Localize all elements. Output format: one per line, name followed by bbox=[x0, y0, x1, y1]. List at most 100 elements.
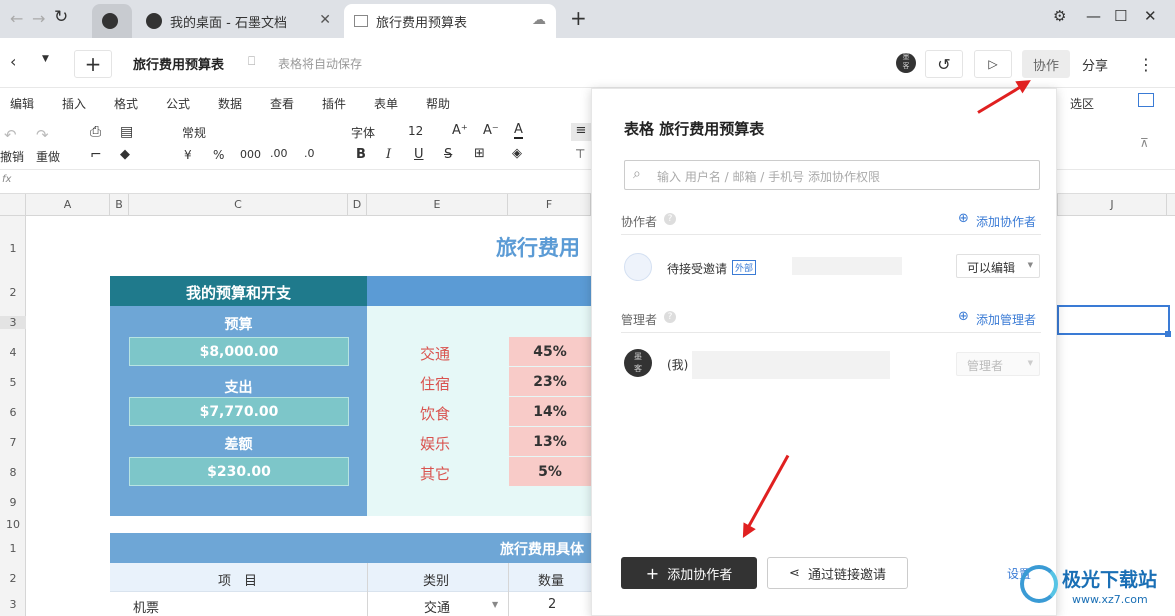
tab-desktop[interactable]: 我的桌面 - 石墨文档 ✕ bbox=[136, 4, 341, 38]
more-icon[interactable]: ⋮ bbox=[1128, 50, 1164, 78]
permission-select[interactable]: 可以编辑 ▼ bbox=[956, 254, 1040, 278]
row-header-5[interactable]: 5 bbox=[0, 376, 26, 389]
dropdown-icon[interactable]: ▼ bbox=[492, 600, 498, 609]
column-header-c[interactable]: C bbox=[129, 194, 348, 216]
redo-icon[interactable]: ↷ bbox=[36, 126, 49, 144]
menu-help[interactable]: 帮助 bbox=[426, 95, 450, 112]
column-header-a[interactable]: A bbox=[26, 194, 110, 216]
border-icon[interactable]: ⊞ bbox=[474, 146, 485, 161]
column-header-f[interactable]: F bbox=[508, 194, 591, 216]
format-painter-icon[interactable]: ⌐ bbox=[90, 147, 102, 163]
row-header-9[interactable]: 9 bbox=[0, 496, 26, 509]
collapse-toolbar-icon[interactable]: ⊼ bbox=[1140, 136, 1149, 150]
menu-data[interactable]: 数据 bbox=[218, 95, 242, 112]
close-icon[interactable]: ✕ bbox=[319, 12, 331, 28]
row-header-12[interactable]: 2 bbox=[0, 572, 26, 585]
doc-title[interactable]: 旅行费用预算表 bbox=[133, 54, 224, 73]
gear-icon[interactable]: ⚙ bbox=[1053, 7, 1066, 25]
selected-cell[interactable] bbox=[1057, 305, 1170, 335]
link-invite-button[interactable]: ⋖ 通过链接邀请 bbox=[767, 557, 908, 589]
back-icon[interactable]: ← bbox=[10, 9, 23, 28]
font-color-icon[interactable]: A bbox=[514, 122, 523, 139]
present-icon[interactable]: ▷ bbox=[974, 50, 1012, 78]
paste-icon[interactable]: ▤ bbox=[120, 124, 133, 140]
strikethrough-button[interactable]: S bbox=[444, 147, 452, 162]
row-header-11[interactable]: 1 bbox=[0, 542, 26, 555]
category-header-cell bbox=[367, 276, 591, 306]
menu-view[interactable]: 查看 bbox=[270, 95, 294, 112]
collaborate-button[interactable]: 协作 bbox=[1022, 50, 1070, 78]
font-family-select[interactable]: 字体 bbox=[351, 124, 375, 141]
column-header-d[interactable]: D bbox=[348, 194, 367, 216]
bold-button[interactable]: B bbox=[356, 147, 366, 162]
currency-button[interactable]: ¥ bbox=[184, 148, 192, 162]
font-size-select[interactable]: 12 bbox=[408, 124, 423, 138]
tab-spreadsheet[interactable]: 旅行费用预算表 ☁ bbox=[344, 4, 556, 38]
italic-button[interactable]: I bbox=[386, 147, 391, 162]
row-header-6[interactable]: 6 bbox=[0, 406, 26, 419]
underline-button[interactable]: U bbox=[414, 147, 424, 162]
search-input[interactable]: ⌕ 输入 用户名 / 邮箱 / 手机号 添加协作权限 bbox=[624, 160, 1040, 190]
row-header-8[interactable]: 8 bbox=[0, 466, 26, 479]
detail-col-item: 项 目 bbox=[218, 574, 258, 589]
number-format-select[interactable]: 常规 bbox=[182, 124, 206, 141]
history-icon[interactable]: ↺ bbox=[925, 50, 963, 78]
eraser-icon[interactable]: ◆ bbox=[120, 147, 130, 162]
column-header-j[interactable]: J bbox=[1057, 194, 1167, 216]
add-collaborator-plus-icon[interactable]: ⊕ bbox=[958, 211, 969, 226]
add-collaborator-link[interactable]: 添加协作者 bbox=[976, 213, 1036, 230]
forward-icon[interactable]: → bbox=[32, 9, 45, 28]
menu-selection[interactable]: 选区 bbox=[1070, 95, 1094, 112]
share-button[interactable]: 分享 bbox=[1072, 50, 1118, 78]
decimal-increase-button[interactable]: .00 bbox=[270, 147, 288, 160]
menu-formula[interactable]: 公式 bbox=[166, 95, 190, 112]
decimal-decrease-button[interactable]: .0 bbox=[304, 147, 315, 160]
add-admin-link[interactable]: 添加管理者 bbox=[976, 311, 1036, 328]
menu-plugins[interactable]: 插件 bbox=[322, 95, 346, 112]
row-header-7[interactable]: 7 bbox=[0, 436, 26, 449]
dropdown-icon[interactable]: ▼ bbox=[42, 54, 49, 64]
valign-top-icon[interactable]: ⊤ bbox=[575, 147, 585, 161]
reload-icon[interactable]: ↻ bbox=[54, 7, 68, 27]
fill-handle[interactable] bbox=[1165, 331, 1171, 337]
row-header-1[interactable]: 1 bbox=[0, 242, 26, 255]
category-name: 交通 bbox=[420, 345, 451, 363]
menu-form[interactable]: 表单 bbox=[374, 95, 398, 112]
add-collaborator-button[interactable]: + 添加协作者 bbox=[621, 557, 757, 589]
menu-insert[interactable]: 插入 bbox=[62, 95, 86, 112]
row-header-13[interactable]: 3 bbox=[0, 598, 26, 611]
menu-format[interactable]: 格式 bbox=[114, 95, 138, 112]
new-doc-button[interactable]: + bbox=[74, 50, 112, 78]
row-header-10[interactable]: 10 bbox=[0, 518, 26, 531]
row-header-2[interactable]: 2 bbox=[0, 286, 26, 299]
row-header-4[interactable]: 4 bbox=[0, 346, 26, 359]
percent-button[interactable]: % bbox=[213, 148, 224, 162]
column-header-b[interactable]: B bbox=[110, 194, 129, 216]
undo-icon[interactable]: ↶ bbox=[4, 126, 17, 144]
fill-color-icon[interactable]: ◈ bbox=[512, 146, 522, 161]
avatar[interactable]: 墨 客 bbox=[896, 53, 916, 73]
font-grow-icon[interactable]: A⁺ bbox=[452, 123, 468, 138]
minimize-icon[interactable]: — bbox=[1086, 7, 1101, 25]
maximize-icon[interactable]: ☐ bbox=[1114, 7, 1127, 25]
font-shrink-icon[interactable]: A⁻ bbox=[483, 123, 499, 138]
column-header-e[interactable]: E bbox=[367, 194, 508, 216]
print-icon[interactable]: ⎙ bbox=[90, 124, 101, 140]
comment-icon[interactable] bbox=[1138, 93, 1154, 107]
category-pct: 13% bbox=[509, 427, 591, 456]
bookmark-icon[interactable]: ⎕ bbox=[248, 54, 255, 69]
tab-pinned[interactable] bbox=[92, 4, 132, 38]
help-icon[interactable]: ? bbox=[664, 311, 676, 323]
row-header-3[interactable]: 3 bbox=[0, 316, 26, 329]
thousands-button[interactable]: 000 bbox=[240, 148, 261, 161]
menu-edit[interactable]: 编辑 bbox=[10, 95, 34, 112]
redo-label[interactable]: 重做 bbox=[36, 148, 60, 165]
help-icon[interactable]: ? bbox=[664, 213, 676, 225]
new-tab-button[interactable]: + bbox=[570, 6, 587, 30]
close-window-icon[interactable]: ✕ bbox=[1144, 7, 1157, 25]
undo-label[interactable]: 撤销 bbox=[0, 148, 24, 165]
back-nav-icon[interactable]: ‹ bbox=[10, 52, 16, 71]
add-admin-plus-icon[interactable]: ⊕ bbox=[958, 309, 969, 324]
align-left-icon[interactable]: ≡ bbox=[571, 123, 591, 141]
select-all-corner[interactable] bbox=[0, 194, 26, 216]
